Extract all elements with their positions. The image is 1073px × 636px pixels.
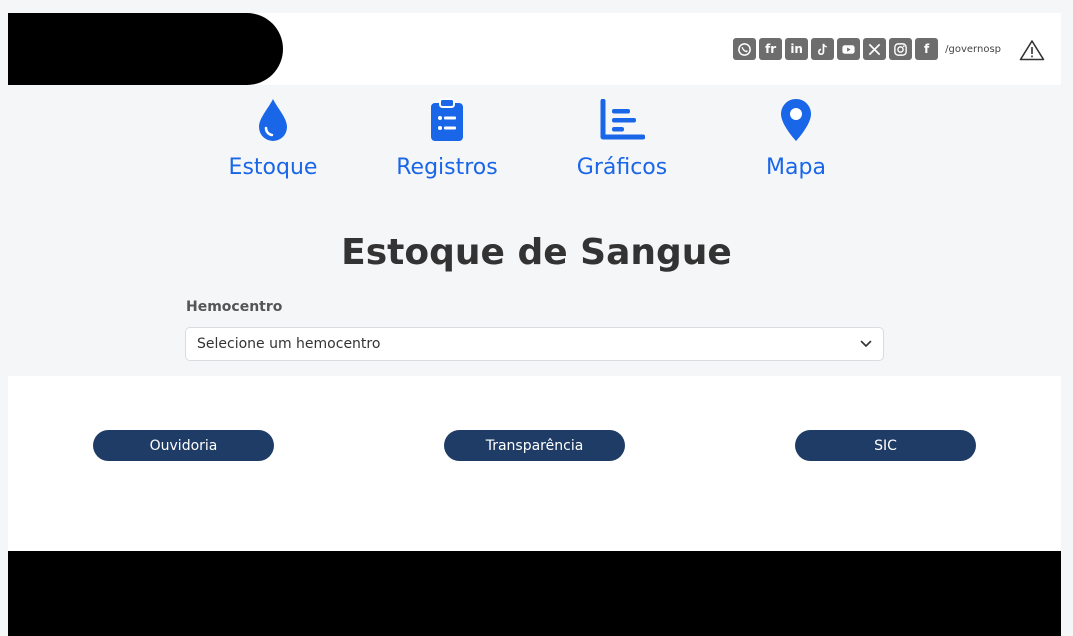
hemocentro-select-value: Selecione um hemocentro	[197, 336, 381, 352]
top-header: fr in f /governosp	[8, 13, 1061, 85]
hemocentro-select[interactable]: Selecione um hemocentro	[185, 327, 884, 361]
sic-button[interactable]: SIC	[795, 430, 976, 461]
nav-item-label: Mapa	[766, 155, 826, 180]
links-section: Ouvidoria Transparência SIC	[8, 376, 1061, 551]
social-handle[interactable]: /governosp	[945, 44, 1001, 55]
linkedin-icon[interactable]: in	[785, 38, 809, 60]
ouvidoria-button[interactable]: Ouvidoria	[93, 430, 274, 461]
youtube-icon[interactable]	[837, 38, 861, 60]
warning-icon[interactable]	[1019, 39, 1045, 61]
chart-icon	[600, 99, 645, 140]
facebook-icon[interactable]: f	[915, 38, 939, 60]
nav-item-label: Registros	[396, 155, 498, 180]
logo[interactable]	[8, 13, 283, 85]
nav-item-label: Gráficos	[576, 155, 668, 180]
nav-item-registros[interactable]: Registros	[377, 95, 517, 180]
nav-item-estoque[interactable]: Estoque	[203, 95, 343, 180]
chevron-down-icon	[860, 340, 872, 347]
map-pin-icon	[781, 99, 811, 141]
transparencia-button[interactable]: Transparência	[444, 430, 625, 461]
drop-icon	[259, 99, 287, 141]
instagram-icon[interactable]	[889, 38, 913, 60]
hemocentro-label: Hemocentro	[186, 299, 283, 315]
clipboard-list-icon	[431, 98, 463, 141]
nav-item-mapa[interactable]: Mapa	[726, 95, 866, 180]
footer	[8, 551, 1061, 636]
page-title: Estoque de Sangue	[341, 232, 732, 273]
social-links: fr in f /governosp	[733, 38, 1001, 60]
flickr-icon[interactable]: fr	[759, 38, 783, 60]
main-nav: Estoque Registros Gráficos Mapa	[0, 95, 1073, 195]
nav-item-graficos[interactable]: Gráficos	[552, 95, 692, 180]
nav-item-label: Estoque	[228, 155, 318, 180]
tiktok-icon[interactable]	[811, 38, 835, 60]
x-icon[interactable]	[863, 38, 887, 60]
whatsapp-icon[interactable]	[733, 38, 757, 60]
